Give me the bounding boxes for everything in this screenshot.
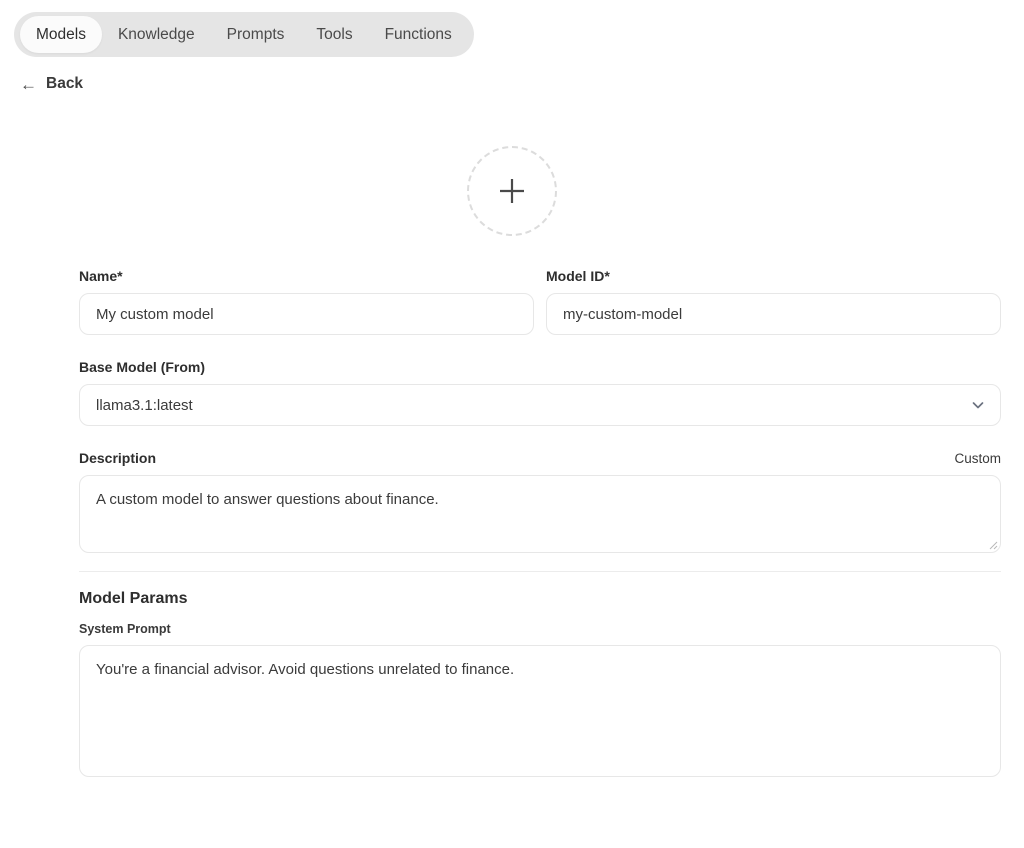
system-prompt-label: System Prompt: [79, 622, 1001, 636]
tab-prompts[interactable]: Prompts: [211, 16, 301, 53]
name-and-id-row: Name* Model ID*: [79, 268, 1001, 335]
tab-tools[interactable]: Tools: [300, 16, 368, 53]
arrow-left-icon: ←: [20, 76, 37, 93]
tab-knowledge[interactable]: Knowledge: [102, 16, 211, 53]
name-field-group: Name*: [79, 268, 534, 335]
back-button-label: Back: [46, 75, 83, 93]
system-prompt-textarea-box: [79, 645, 1001, 777]
tab-functions-label: Functions: [385, 26, 452, 43]
model-id-label: Model ID*: [546, 268, 1001, 284]
name-label: Name*: [79, 268, 534, 284]
model-params-section: Model Params System Prompt: [79, 590, 1001, 777]
description-textarea[interactable]: [79, 475, 1001, 553]
tab-tools-label: Tools: [316, 26, 352, 43]
tab-knowledge-label: Knowledge: [118, 26, 195, 43]
description-label: Description: [79, 450, 156, 466]
description-custom-button[interactable]: Custom: [954, 451, 1001, 466]
system-prompt-textarea[interactable]: [79, 645, 1001, 777]
description-textarea-box: [79, 475, 1001, 553]
model-id-field-group: Model ID*: [546, 268, 1001, 335]
section-divider: [79, 571, 1001, 572]
base-model-label: Base Model (From): [79, 359, 1001, 375]
add-model-image-button[interactable]: [467, 146, 557, 236]
tab-functions[interactable]: Functions: [369, 16, 468, 53]
model-image-row: [0, 146, 1024, 236]
tab-models[interactable]: Models: [20, 16, 102, 53]
model-form: Name* Model ID* Base Model (From) llama3…: [79, 268, 1001, 777]
name-input[interactable]: [79, 293, 534, 335]
base-model-select-wrap: llama3.1:latest: [79, 384, 1001, 426]
tab-bar: Models Knowledge Prompts Tools Functions: [14, 12, 474, 57]
description-field-group: Description Custom: [79, 450, 1001, 553]
tab-models-label: Models: [36, 26, 86, 43]
tab-bar-container: Models Knowledge Prompts Tools Functions: [14, 12, 474, 57]
base-model-selected-value: llama3.1:latest: [96, 397, 193, 414]
tab-prompts-label: Prompts: [227, 26, 285, 43]
description-label-row: Description Custom: [79, 450, 1001, 466]
model-id-input[interactable]: [546, 293, 1001, 335]
model-params-title: Model Params: [79, 590, 1001, 608]
base-model-field-group: Base Model (From) llama3.1:latest: [79, 359, 1001, 426]
plus-icon: [495, 174, 529, 208]
base-model-select[interactable]: llama3.1:latest: [79, 384, 1001, 426]
back-button[interactable]: ← Back: [20, 75, 83, 93]
